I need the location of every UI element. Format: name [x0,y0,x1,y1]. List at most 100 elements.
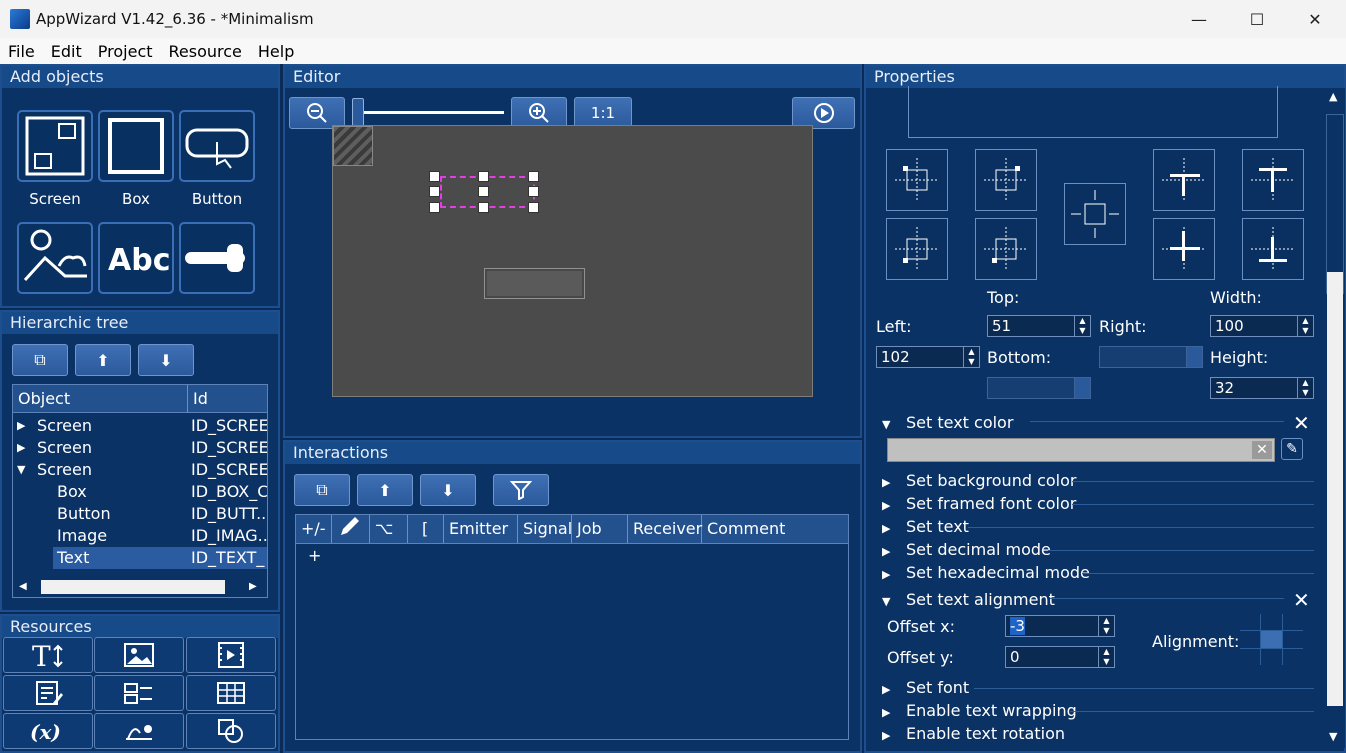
add-screen-button[interactable] [17,110,93,182]
spin-arrows-icon[interactable]: ▲ ▼ [1098,647,1114,667]
anchor-top-right[interactable] [975,149,1037,211]
align-cell[interactable] [1240,648,1261,665]
interaction-move-up-button[interactable]: ⬆ [357,474,413,506]
remove-icon[interactable]: ✕ [1293,411,1310,435]
add-slider-button[interactable] [179,222,255,294]
anchor-bottom-left[interactable] [886,218,948,280]
align-cell[interactable] [1261,614,1282,631]
menu-help[interactable]: Help [258,42,294,61]
section-enable-text-rotation[interactable]: ▶ Enable text rotation [882,724,1065,743]
add-interaction-row[interactable]: + [308,546,321,565]
anchor-left-stretch[interactable] [1153,149,1215,211]
zoom-slider-thumb[interactable] [352,98,364,128]
top-input[interactable]: 51 ▲ ▼ [987,315,1091,337]
resize-handle[interactable] [429,202,440,213]
offset-y-input[interactable]: 0 ▲ ▼ [1005,646,1115,668]
spin-arrows-icon[interactable]: ▲ ▼ [1297,378,1313,398]
section-enable-text-wrapping[interactable]: ▶ Enable text wrapping [882,701,1077,720]
tree-row[interactable]: ▶ Screen ID_SCREE [13,437,267,459]
anchor-top-left[interactable] [886,149,948,211]
section-set-background-color[interactable]: ▶ Set background color [882,471,1076,490]
properties-scrollbar[interactable]: ▲ ▼ [1325,88,1345,748]
resource-text-button[interactable] [3,675,93,711]
width-input[interactable]: 100 ▲ ▼ [1210,315,1314,337]
menu-file[interactable]: File [8,42,35,61]
add-text-button[interactable]: Abc [98,222,174,294]
align-cell[interactable] [1261,648,1282,665]
remove-icon[interactable]: ✕ [1293,588,1310,612]
resize-handle[interactable] [528,186,539,197]
scroll-right-icon[interactable]: ▶ [249,581,257,592]
maximize-button[interactable]: ☐ [1228,0,1286,38]
scroll-down-icon[interactable]: ▼ [1329,730,1337,743]
left-input[interactable]: 102 ▲ ▼ [876,346,980,368]
alignment-grid[interactable] [1240,614,1303,665]
tree-row-selected[interactable]: Text ID_TEXT_ [53,547,267,569]
section-set-text[interactable]: ▶ Set text [882,517,969,536]
align-cell[interactable] [1240,614,1261,631]
col-condition[interactable]: ⌥ [370,515,408,543]
height-input[interactable]: 32 ▲ ▼ [1210,377,1314,399]
resize-handle[interactable] [478,171,489,182]
resource-formulas-button[interactable]: (x) [3,713,93,749]
section-set-framed-font-color[interactable]: ▶ Set framed font color [882,494,1076,513]
clear-color-icon[interactable]: ✕ [1252,441,1272,459]
resource-tables-button[interactable] [186,675,276,711]
spin-arrows-icon[interactable]: ▲ ▼ [1297,316,1313,336]
collapse-icon[interactable]: ▼ [17,463,25,476]
tree-hscrollbar[interactable]: ◀ ▶ [13,577,267,597]
add-button-button[interactable] [179,110,255,182]
section-set-hexadecimal-mode[interactable]: ▶ Set hexadecimal mode [882,563,1090,582]
offset-x-input[interactable]: -3 ▲ ▼ [1005,615,1115,637]
col-bracket[interactable]: [ [408,515,444,543]
canvas-button-object[interactable] [484,268,585,299]
resource-movies-button[interactable] [186,637,276,673]
interaction-filter-button[interactable] [493,474,549,506]
interaction-add-button[interactable]: ⧉ [294,474,350,506]
add-box-button[interactable] [98,110,174,182]
resource-fonts-button[interactable]: T [3,637,93,673]
resource-images-button[interactable] [94,637,184,673]
menu-edit[interactable]: Edit [51,42,82,61]
minimize-button[interactable]: — [1170,0,1228,38]
tree-row[interactable]: Button ID_BUTT.. [13,503,267,525]
col-comment[interactable]: Comment [702,515,848,543]
col-job[interactable]: Job [572,515,628,543]
col-receiver[interactable]: Receiver [628,515,702,543]
menu-resource[interactable]: Resource [169,42,242,61]
expand-icon[interactable]: ▶ [17,419,25,432]
tree-move-up-button[interactable]: ⬆ [75,344,131,376]
anchor-vertical-stretch[interactable] [1153,218,1215,280]
resize-handle[interactable] [528,171,539,182]
tree-scroll-thumb[interactable] [41,580,225,594]
resize-handle[interactable] [478,202,489,213]
tree-row[interactable]: ▶ Screen ID_SCREE [13,415,267,437]
anchor-right-stretch[interactable] [1242,149,1304,211]
col-emitter[interactable]: Emitter [444,515,518,543]
resource-variables-button[interactable] [94,675,184,711]
resize-handle[interactable] [429,171,440,182]
anchor-bottom-stretch[interactable] [1242,218,1304,280]
align-cell[interactable] [1282,648,1303,665]
align-cell-selected[interactable] [1261,631,1282,648]
section-set-decimal-mode[interactable]: ▶ Set decimal mode [882,540,1051,559]
align-cell[interactable] [1282,631,1303,648]
col-signal[interactable]: Signal [518,515,572,543]
interaction-move-down-button[interactable]: ⬇ [420,474,476,506]
tree-row[interactable]: ▼ Screen ID_SCREE [13,459,267,481]
spin-arrows-icon[interactable]: ▲ ▼ [963,347,979,367]
tree-add-button[interactable]: ⧉ [12,344,68,376]
expand-icon[interactable]: ▶ [17,441,25,454]
col-edit[interactable] [332,515,370,543]
tree-row[interactable]: Box ID_BOX_C [13,481,267,503]
col-plusminus[interactable]: +/- [296,515,332,543]
align-cell[interactable] [1240,631,1261,648]
scroll-thumb[interactable] [1327,272,1343,706]
spin-arrows-icon[interactable]: ▲ ▼ [1098,616,1114,636]
section-set-text-alignment[interactable]: ▼ Set text alignment [882,590,1055,609]
tree-move-down-button[interactable]: ⬇ [138,344,194,376]
editor-canvas[interactable] [332,125,813,397]
eyedropper-icon[interactable]: ✎ [1281,438,1303,460]
resize-handle[interactable] [478,186,489,197]
menu-project[interactable]: Project [98,42,153,61]
